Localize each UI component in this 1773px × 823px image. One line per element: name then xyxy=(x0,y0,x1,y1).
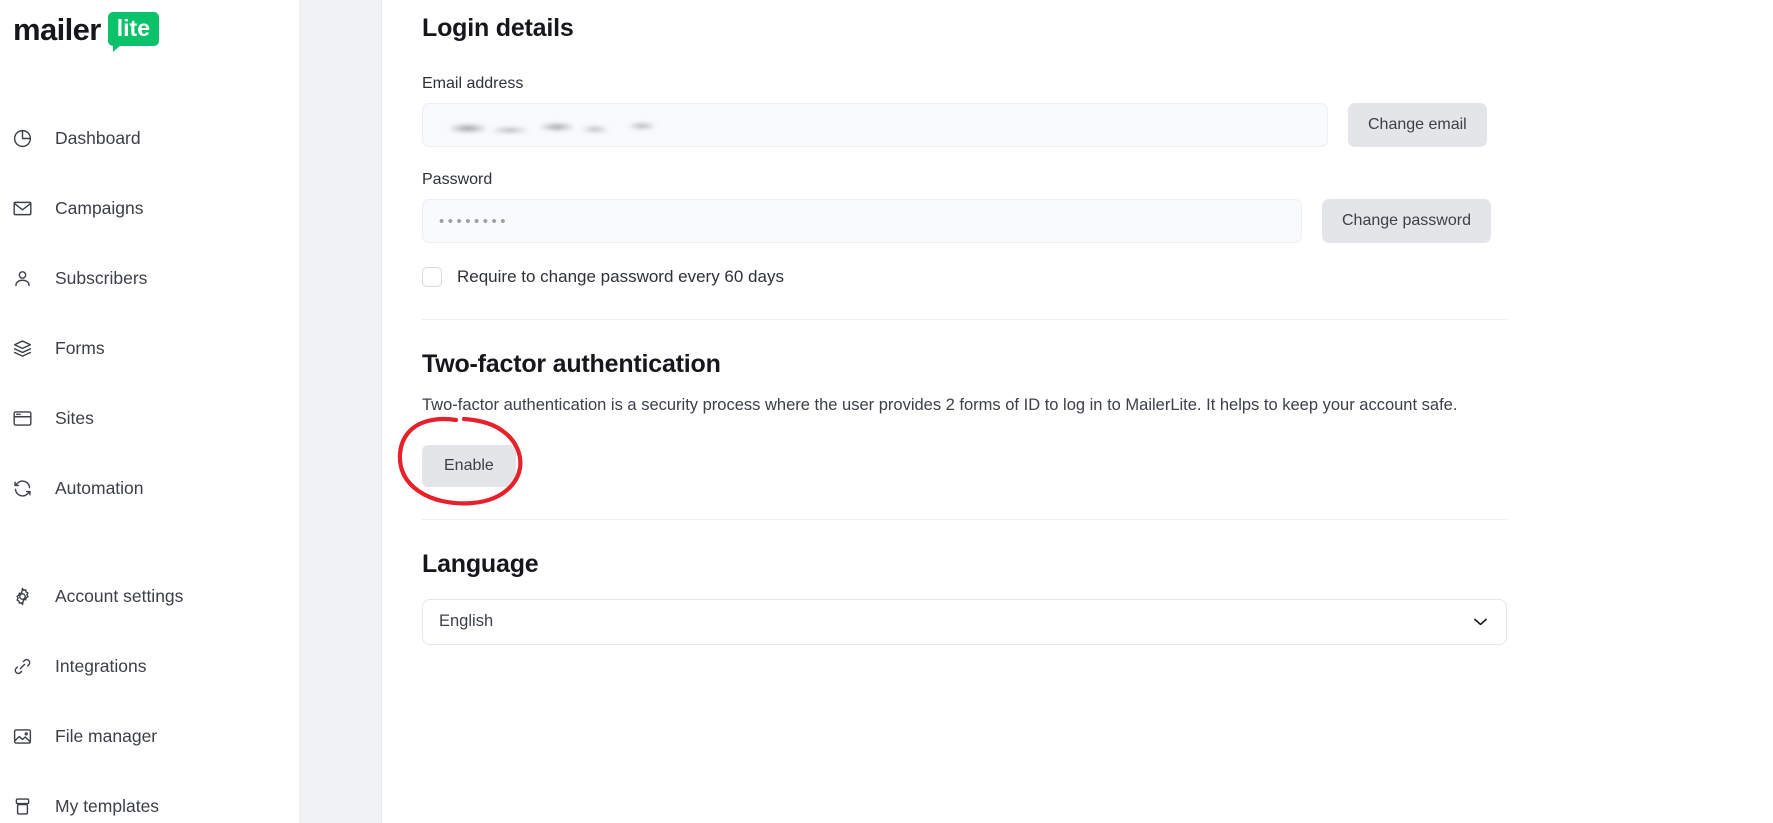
sidebar-item-label: Dashboard xyxy=(55,127,141,148)
page-title: Login details xyxy=(422,14,574,42)
enable-button-wrapper: Enable xyxy=(397,416,523,506)
password-label: Password xyxy=(422,171,493,188)
two-factor-title: Two-factor authentication xyxy=(422,350,721,378)
sidebar-item-file-manager[interactable]: File manager xyxy=(0,716,300,756)
email-input[interactable] xyxy=(422,103,1328,147)
refresh-icon xyxy=(11,477,33,499)
template-icon xyxy=(11,795,33,817)
email-label: Email address xyxy=(422,75,524,92)
sidebar-divider-gap xyxy=(0,538,300,576)
sidebar-item-label: Integrations xyxy=(55,655,147,676)
account-settings-page: mailer lite Dashboard Campaigns Subscrib… xyxy=(0,0,1773,823)
language-selected-value: English xyxy=(439,612,494,631)
mailerlite-logo[interactable]: mailer lite xyxy=(0,0,300,52)
sidebar-item-automation[interactable]: Automation xyxy=(0,468,300,508)
logo-badge: lite xyxy=(107,12,159,52)
password-masked-value: •••••••• xyxy=(439,212,510,230)
email-field-group: Email address Change email xyxy=(422,75,1667,147)
sidebar-scrollbar[interactable] xyxy=(299,0,300,823)
two-factor-description: Two-factor authentication is a security … xyxy=(422,396,1458,414)
sidebar-item-label: Account settings xyxy=(55,585,184,606)
sidebar-item-my-templates[interactable]: My templates xyxy=(0,786,300,823)
email-redacted-value xyxy=(439,118,684,132)
divider xyxy=(422,518,1507,520)
gear-icon xyxy=(11,585,33,607)
sidebar-item-label: Forms xyxy=(55,337,105,358)
sidebar-item-label: Campaigns xyxy=(55,197,144,218)
sidebar-item-dashboard[interactable]: Dashboard xyxy=(0,118,300,158)
require-password-change-label: Require to change password every 60 days xyxy=(457,267,784,286)
language-title: Language xyxy=(422,549,539,578)
sidebar-item-label: My templates xyxy=(55,795,160,816)
change-email-button[interactable]: Change email xyxy=(1348,103,1487,147)
content-gutter xyxy=(300,0,382,823)
sidebar-item-account-settings[interactable]: Account settings xyxy=(0,576,300,616)
email-row: Change email xyxy=(422,103,1667,147)
browser-window-icon xyxy=(11,407,33,429)
sidebar-item-label: Subscribers xyxy=(55,267,148,288)
sidebar-item-integrations[interactable]: Integrations xyxy=(0,646,300,686)
sidebar-item-label: File manager xyxy=(55,725,158,746)
password-field-group: Password •••••••• Change password xyxy=(422,171,1667,243)
password-input[interactable]: •••••••• xyxy=(422,199,1302,243)
envelope-icon xyxy=(11,197,33,219)
image-icon xyxy=(11,725,33,747)
password-row: •••••••• Change password xyxy=(422,199,1667,243)
language-select[interactable]: English xyxy=(422,598,1507,645)
logo-text: mailer xyxy=(13,11,101,47)
sidebar-item-label: Sites xyxy=(55,407,94,428)
sidebar: mailer lite Dashboard Campaigns Subscrib… xyxy=(0,0,300,823)
sidebar-item-label: Automation xyxy=(55,477,144,498)
divider xyxy=(422,319,1507,320)
change-password-button[interactable]: Change password xyxy=(1322,199,1491,243)
sidebar-item-subscribers[interactable]: Subscribers xyxy=(0,258,300,298)
chevron-down-icon xyxy=(1473,617,1488,627)
pie-chart-icon xyxy=(11,127,33,149)
link-icon xyxy=(11,655,33,677)
main-content: Login details Email address Change email… xyxy=(382,0,1773,823)
require-password-change-checkbox[interactable] xyxy=(422,267,442,287)
sidebar-item-campaigns[interactable]: Campaigns xyxy=(0,188,300,228)
enable-two-factor-button[interactable]: Enable xyxy=(422,444,516,487)
sidebar-item-forms[interactable]: Forms xyxy=(0,328,300,368)
sidebar-nav: Dashboard Campaigns Subscribers Forms Si… xyxy=(0,118,300,823)
layers-icon xyxy=(11,337,33,359)
sidebar-item-sites[interactable]: Sites xyxy=(0,398,300,438)
user-icon xyxy=(11,267,33,289)
require-password-change-row[interactable]: Require to change password every 60 days xyxy=(422,267,1667,287)
